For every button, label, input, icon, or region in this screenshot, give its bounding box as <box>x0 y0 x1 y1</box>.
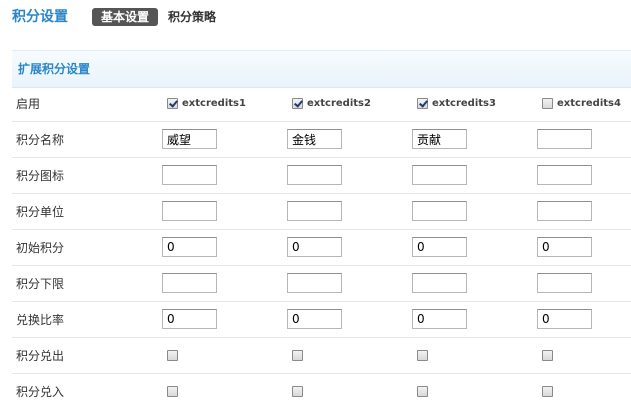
row-label-exchange-in: 积分兑入 <box>16 385 65 399</box>
row-exchange-out: 积分兑出 <box>12 338 631 374</box>
row-label-exchange-out: 积分兑出 <box>16 349 65 363</box>
exchange-in-checkbox-4[interactable] <box>542 386 553 397</box>
exchange-in-checkbox-1[interactable] <box>167 386 178 397</box>
row-label-initial: 初始积分 <box>16 241 65 255</box>
row-label-name: 积分名称 <box>16 133 65 147</box>
enable-checkbox-4[interactable] <box>542 98 553 109</box>
exchange-in-checkbox-3[interactable] <box>417 386 428 397</box>
row-label-icon: 积分图标 <box>16 169 65 183</box>
name-input-4[interactable] <box>537 129 592 149</box>
row-initial: 初始积分 <box>12 230 631 266</box>
row-unit: 积分单位 <box>12 194 631 230</box>
credit-label-4: extcredits4 <box>557 98 621 109</box>
row-icon: 积分图标 <box>12 158 631 194</box>
row-label-ratio: 兑换比率 <box>16 313 65 327</box>
ratio-input-1[interactable] <box>162 309 217 329</box>
exchange-out-checkbox-1[interactable] <box>167 350 178 361</box>
unit-input-1[interactable] <box>162 201 217 221</box>
icon-input-2[interactable] <box>287 165 342 185</box>
unit-input-2[interactable] <box>287 201 342 221</box>
lower-limit-input-4[interactable] <box>537 273 592 293</box>
page-title: 积分设置 <box>12 9 68 25</box>
tab-basic-settings[interactable]: 基本设置 <box>92 8 158 26</box>
row-ratio: 兑换比率 <box>12 302 631 338</box>
unit-input-4[interactable] <box>537 201 592 221</box>
name-input-1[interactable] <box>162 129 217 149</box>
credit-label-3: extcredits3 <box>432 98 496 109</box>
unit-input-3[interactable] <box>412 201 467 221</box>
initial-input-2[interactable] <box>287 237 342 257</box>
enable-checkbox-1[interactable] <box>167 98 178 109</box>
initial-input-4[interactable] <box>537 237 592 257</box>
icon-input-3[interactable] <box>412 165 467 185</box>
row-exchange-in: 积分兑入 <box>12 374 631 410</box>
icon-input-1[interactable] <box>162 165 217 185</box>
row-label-enable: 启用 <box>16 97 41 111</box>
top-bar: 积分设置 基本设置 积分策略 <box>0 0 631 36</box>
credit-label-2: extcredits2 <box>307 98 371 109</box>
panel-header: 扩展积分设置 <box>12 50 631 88</box>
initial-input-1[interactable] <box>162 237 217 257</box>
ratio-input-3[interactable] <box>412 309 467 329</box>
ratio-input-4[interactable] <box>537 309 592 329</box>
initial-input-3[interactable] <box>412 237 467 257</box>
exchange-out-checkbox-3[interactable] <box>417 350 428 361</box>
row-name: 积分名称 <box>12 122 631 158</box>
credit-label-1: extcredits1 <box>182 98 246 109</box>
exchange-in-checkbox-2[interactable] <box>292 386 303 397</box>
exchange-out-checkbox-2[interactable] <box>292 350 303 361</box>
row-label-unit: 积分单位 <box>16 205 65 219</box>
lower-limit-input-1[interactable] <box>162 273 217 293</box>
exchange-out-checkbox-4[interactable] <box>542 350 553 361</box>
name-input-3[interactable] <box>412 129 467 149</box>
lower-limit-input-3[interactable] <box>412 273 467 293</box>
row-label-lower-limit: 积分下限 <box>16 277 65 291</box>
name-input-2[interactable] <box>287 129 342 149</box>
row-lower-limit: 积分下限 <box>12 266 631 302</box>
ratio-input-2[interactable] <box>287 309 342 329</box>
tab-credit-policy[interactable]: 积分策略 <box>168 8 216 26</box>
settings-grid: 启用 extcredits1 extcredits2 extcredits3 e… <box>12 86 631 410</box>
enable-checkbox-3[interactable] <box>417 98 428 109</box>
lower-limit-input-2[interactable] <box>287 273 342 293</box>
enable-checkbox-2[interactable] <box>292 98 303 109</box>
row-enable: 启用 extcredits1 extcredits2 extcredits3 e… <box>12 86 631 122</box>
icon-input-4[interactable] <box>537 165 592 185</box>
panel-title: 扩展积分设置 <box>18 62 91 76</box>
